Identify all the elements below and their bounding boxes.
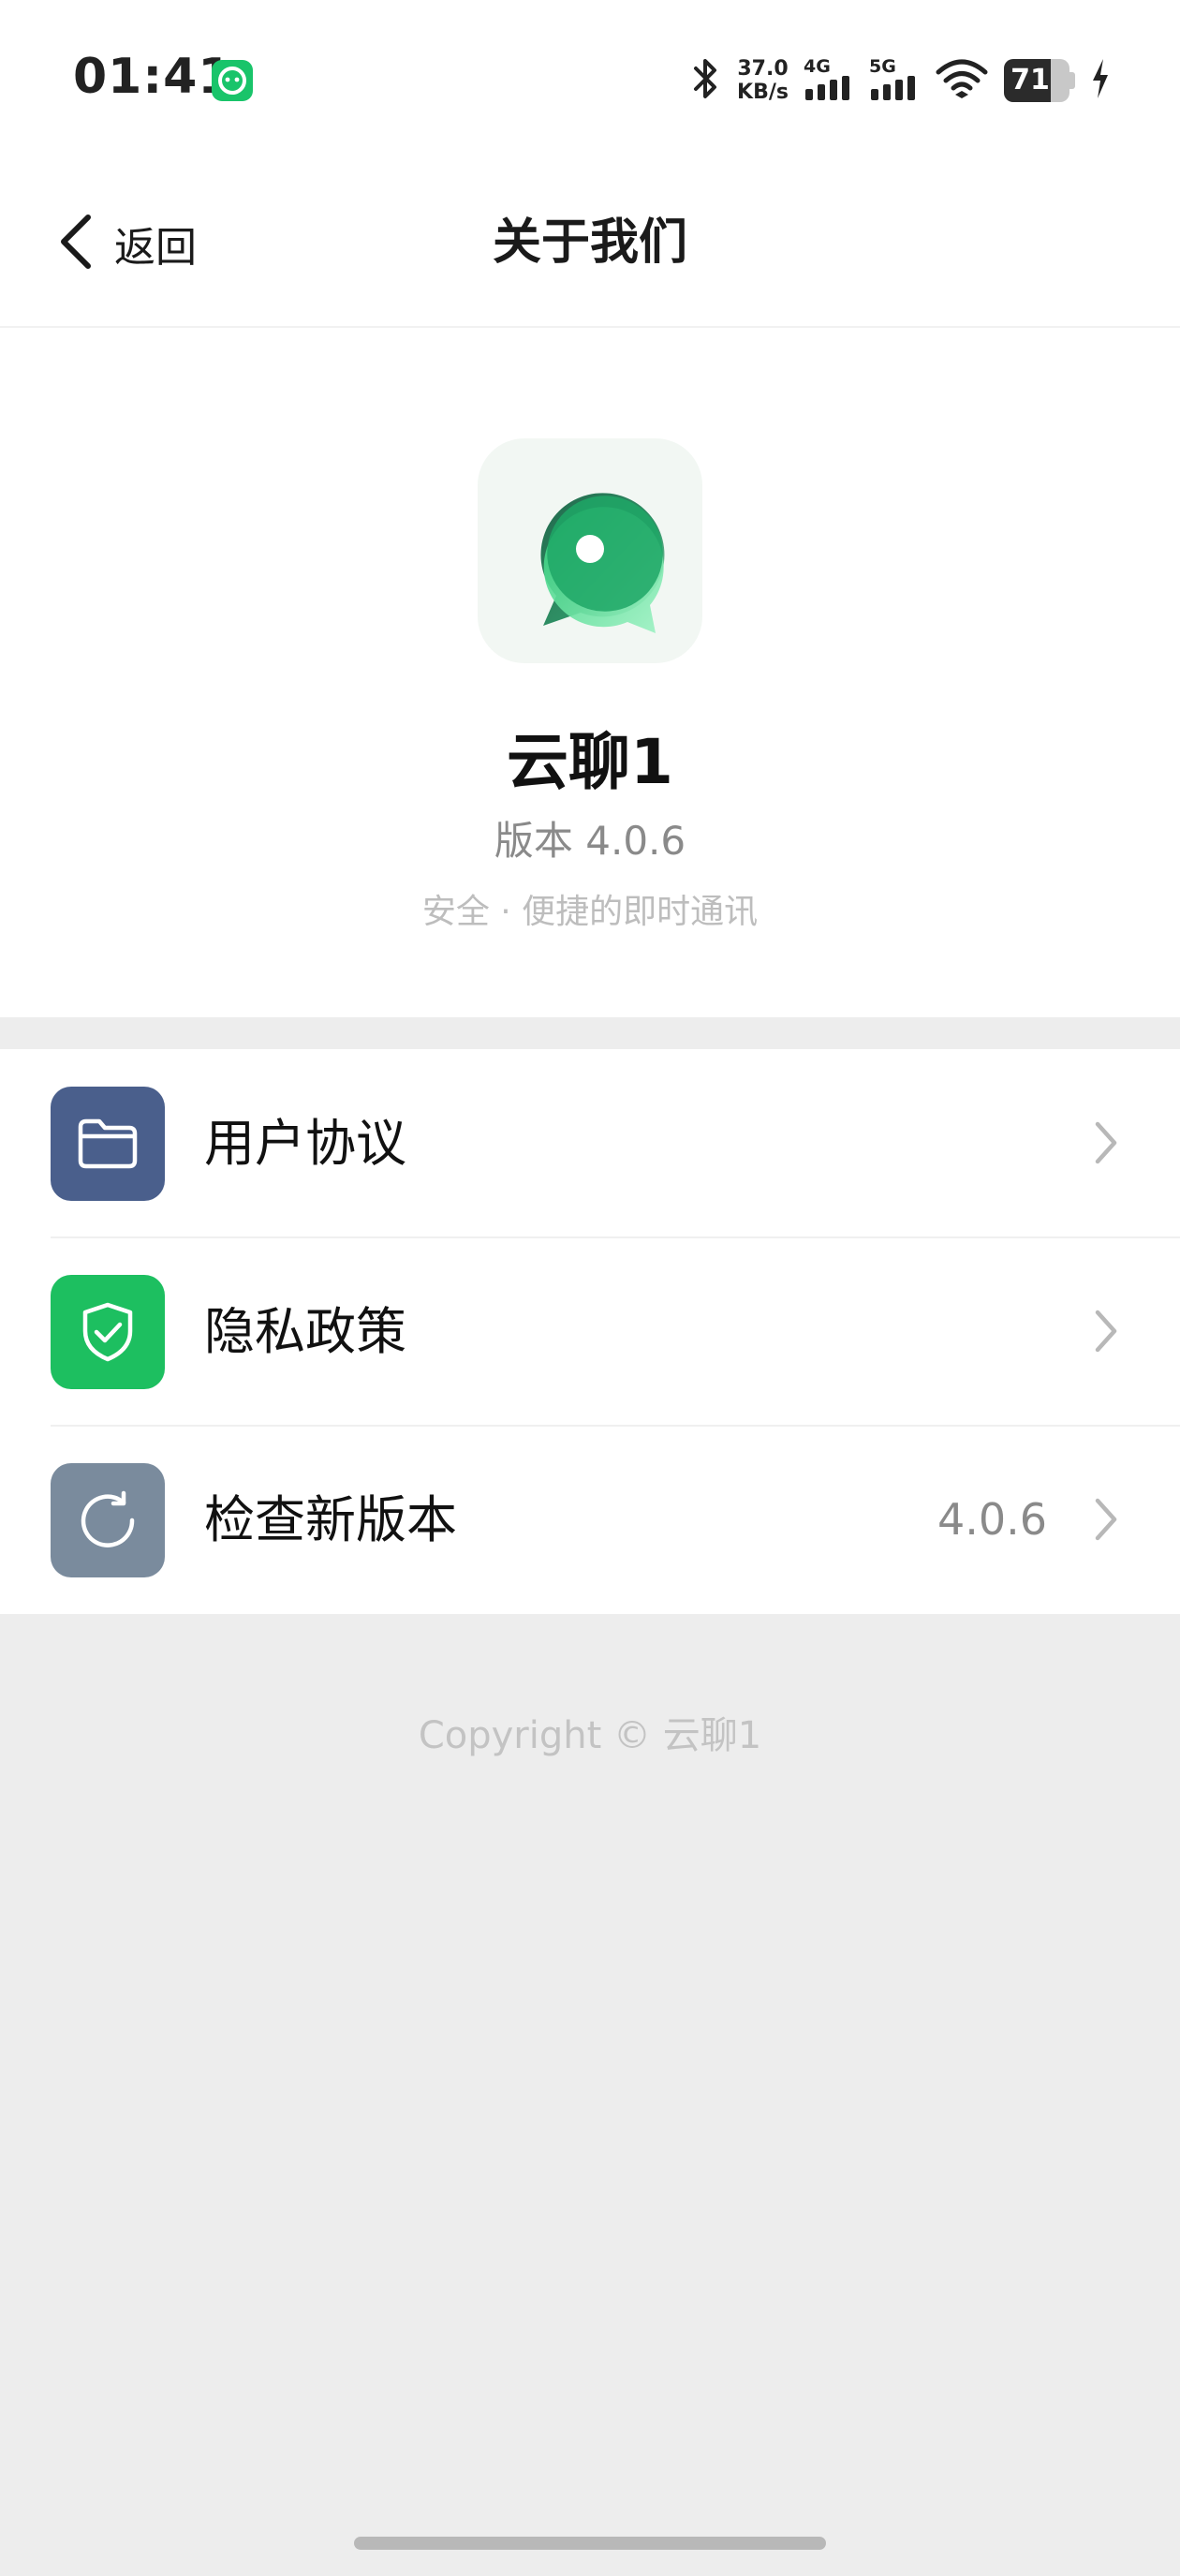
refresh-icon: [51, 1463, 165, 1577]
app-slogan: 安全 · 便捷的即时通讯: [421, 893, 759, 931]
menu-item-label: 检查新版本: [204, 1490, 457, 1549]
network-speed: 37.0 KB/s: [737, 57, 789, 104]
back-label: 返回: [114, 224, 197, 272]
back-button[interactable]: 返回: [56, 206, 197, 281]
folder-icon: [51, 1087, 165, 1201]
chevron-right-icon: [1090, 1305, 1122, 1357]
network-speed-value: 37.0: [737, 57, 789, 81]
chevron-left-icon: [56, 212, 94, 275]
menu-item-user-agreement[interactable]: 用户协议: [0, 1049, 1180, 1237]
battery-icon: 71: [1004, 59, 1075, 102]
menu-item-label: 隐私政策: [204, 1302, 406, 1361]
signal-4g-icon: [804, 76, 854, 104]
signal-5g: 5G: [869, 57, 920, 104]
signal-4g: 4G: [804, 57, 854, 104]
shield-check-icon: [51, 1275, 165, 1389]
nav-bar: 返回 关于我们: [0, 159, 1180, 328]
home-indicator[interactable]: [354, 2537, 826, 2550]
menu-item-privacy-policy[interactable]: 隐私政策: [0, 1236, 1180, 1426]
bluetooth-icon: [688, 55, 722, 106]
chevron-right-icon: [1090, 1117, 1122, 1169]
wifi-icon: [935, 57, 989, 104]
signal-4g-label: 4G: [804, 56, 831, 77]
app-name: 云聊1: [507, 726, 673, 798]
network-speed-unit: KB/s: [737, 81, 789, 104]
settings-menu: 用户协议 隐私政策 检查新版本 4.0.6: [0, 1049, 1180, 1614]
status-icons: 37.0 KB/s 4G 5G 71: [688, 54, 1111, 107]
chevron-right-icon: [1090, 1493, 1122, 1546]
status-time: 01:41: [73, 49, 233, 105]
about-header: 云聊1 版本 4.0.6 安全 · 便捷的即时通讯: [0, 328, 1180, 1017]
copyright-text: Copyright © 云聊1: [418, 1714, 762, 1757]
menu-item-check-update[interactable]: 检查新版本 4.0.6: [0, 1425, 1180, 1614]
signal-5g-label: 5G: [869, 56, 896, 77]
battery-level: 71: [1010, 64, 1050, 96]
menu-item-label: 用户协议: [204, 1114, 406, 1173]
app-version: 版本 4.0.6: [494, 818, 686, 864]
charging-bolt-icon: [1090, 57, 1111, 104]
app-logo-icon: [478, 438, 702, 663]
status-bar: 01:41 37.0 KB/s 4G 5G 71: [0, 0, 1180, 159]
menu-item-value: 4.0.6: [937, 1494, 1047, 1545]
app-notification-icon: [212, 60, 253, 101]
signal-5g-icon: [869, 76, 920, 104]
